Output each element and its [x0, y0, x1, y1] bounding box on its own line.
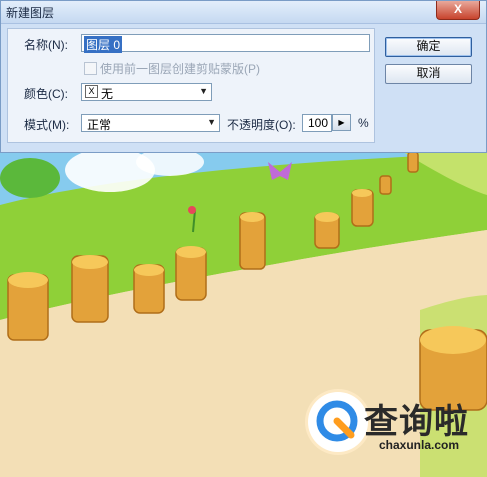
clip-mask-checkbox[interactable] [84, 62, 97, 75]
opacity-unit: % [358, 116, 369, 130]
chevron-down-icon: ▼ [207, 117, 216, 127]
mode-label: 模式(M): [24, 118, 70, 132]
close-button[interactable]: X [436, 1, 480, 20]
logo-url-text: chaxunla.com [379, 438, 460, 452]
color-select[interactable]: X 无 ▼ [81, 83, 212, 101]
opacity-label: 不透明度(O): [227, 118, 296, 132]
color-value: 无 [101, 87, 114, 101]
opacity-value: 100 [308, 116, 329, 130]
no-color-icon: X [85, 85, 98, 98]
clip-mask-label: 使用前一图层创建剪贴蒙版(P) [100, 62, 260, 76]
name-input-value: 图层 0 [84, 36, 123, 53]
opacity-slider-button[interactable]: ▶ [332, 114, 351, 131]
logo-brand-text: 查询啦 [364, 403, 469, 441]
color-label: 颜色(C): [24, 87, 68, 101]
mode-select[interactable]: 正常 ▼ [81, 114, 220, 132]
cancel-button[interactable]: 取消 [385, 64, 472, 84]
name-label: 名称(N): [24, 38, 68, 52]
title-bar[interactable]: 新建图层 X [1, 1, 486, 24]
new-layer-dialog: 新建图层 X 名称(N): 图层 0 使用前一图层创建剪贴蒙版(P) 颜色(C)… [0, 0, 487, 153]
logo-badge [308, 392, 368, 452]
dialog-body: 名称(N): 图层 0 使用前一图层创建剪贴蒙版(P) 颜色(C): X 无 ▼… [7, 28, 375, 143]
chevron-down-icon: ▼ [199, 86, 208, 96]
ok-button[interactable]: 确定 [385, 37, 472, 57]
chaxunla-logo: 查询啦 chaxunla.com [302, 387, 487, 477]
search-q-icon [316, 400, 358, 442]
name-input[interactable]: 图层 0 [81, 34, 370, 53]
close-icon: X [453, 2, 462, 16]
mode-value: 正常 [87, 118, 112, 132]
opacity-input[interactable]: 100 [302, 114, 332, 132]
dialog-title: 新建图层 [6, 6, 55, 20]
chevron-right-icon: ▶ [338, 118, 345, 127]
